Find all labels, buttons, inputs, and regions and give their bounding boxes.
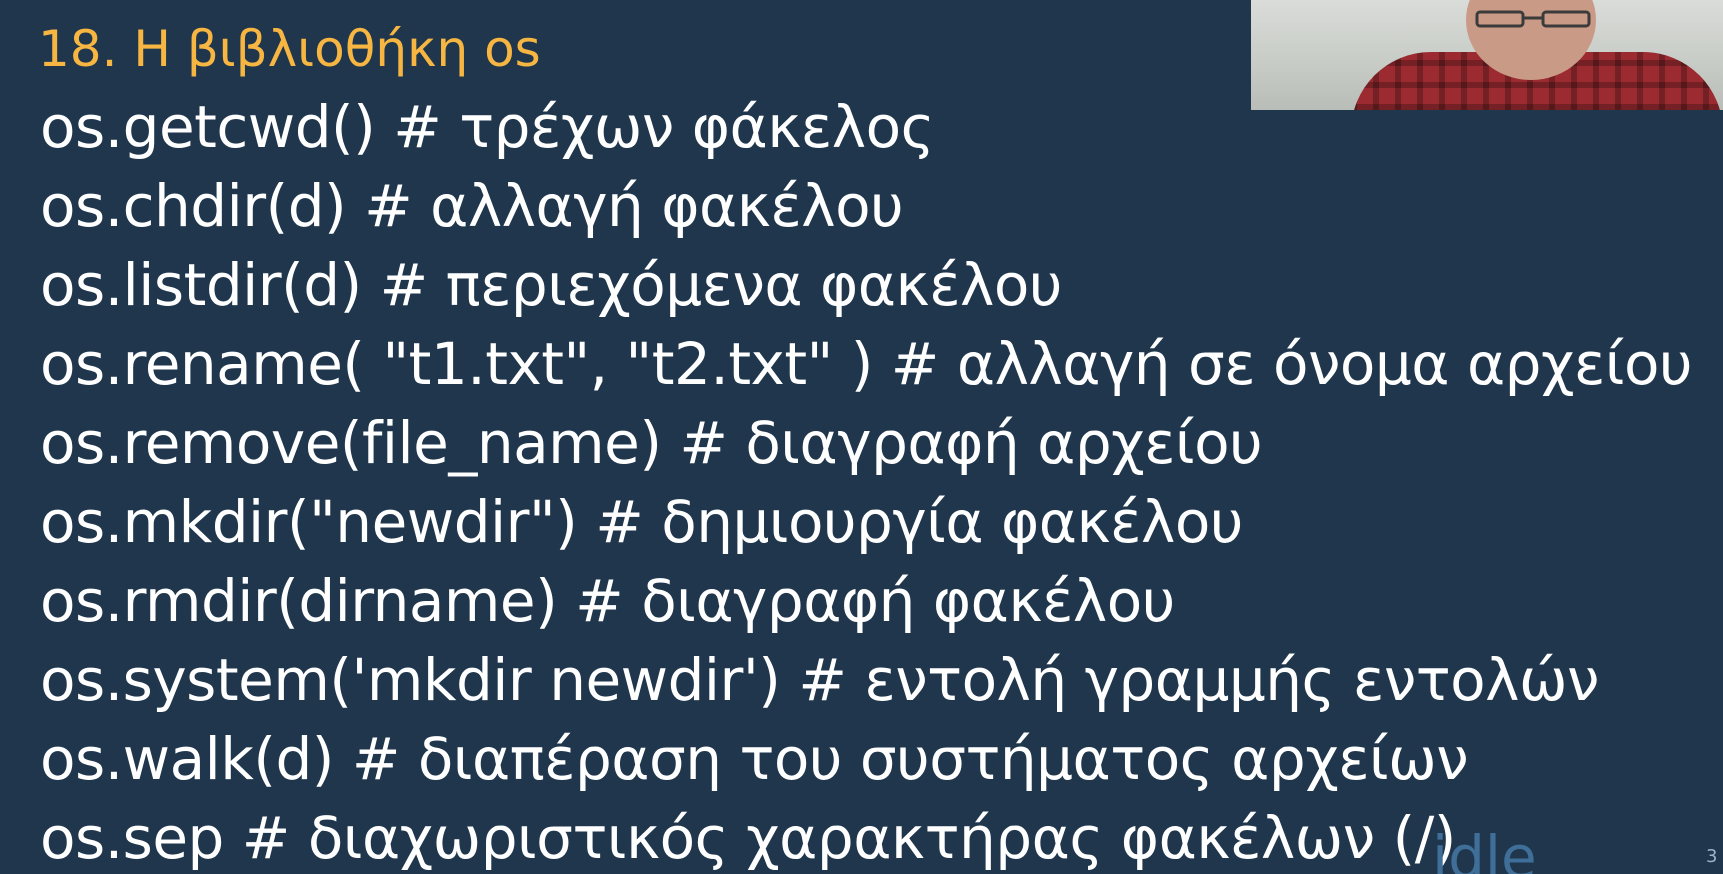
code-line: os.system('mkdir newdir') # εντολή γραμμ… xyxy=(40,646,1599,714)
code-line: os.rmdir(dirname) # διαγραφή φακέλου xyxy=(40,567,1175,635)
code-line: os.rename( "t1.txt", "t2.txt" ) # αλλαγή… xyxy=(40,330,1693,398)
glasses-icon xyxy=(1475,10,1591,28)
code-line: os.remove(file_name) # διαγραφή αρχείου xyxy=(40,409,1263,477)
slide: 18. Η βιβλιοθήκη os os.getcwd() # τρέχων… xyxy=(0,0,1723,874)
code-line: os.walk(d) # διαπέραση του συστήματος αρ… xyxy=(40,725,1469,793)
code-list: os.getcwd() # τρέχων φάκελος os.chdir(d)… xyxy=(40,88,1693,874)
page-number: 3 xyxy=(1706,846,1718,867)
code-line: os.listdir(d) # περιεχόμενα φακέλου xyxy=(40,251,1062,319)
presenter-webcam-overlay xyxy=(1251,0,1723,110)
slide-title: 18. Η βιβλιοθήκη os xyxy=(38,20,541,78)
ghost-text: idle xyxy=(1432,823,1537,874)
code-line: os.chdir(d) # αλλαγή φακέλου xyxy=(40,172,904,240)
code-line: os.mkdir("newdir") # δημιουργία φακέλου xyxy=(40,488,1243,556)
